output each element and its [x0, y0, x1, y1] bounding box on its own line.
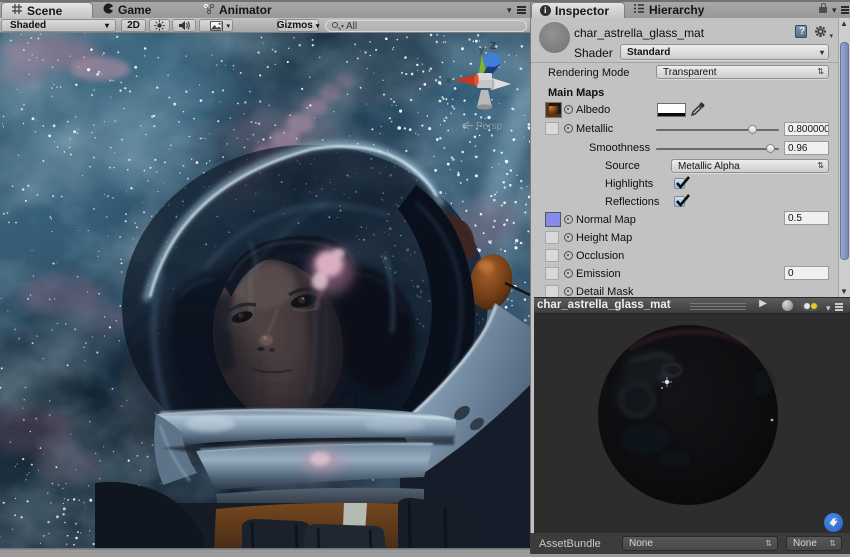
svg-text:Z: Z: [490, 41, 496, 52]
svg-text:y: y: [479, 45, 484, 55]
svg-text:x: x: [446, 75, 451, 85]
svg-text:Persp: Persp: [476, 121, 503, 132]
